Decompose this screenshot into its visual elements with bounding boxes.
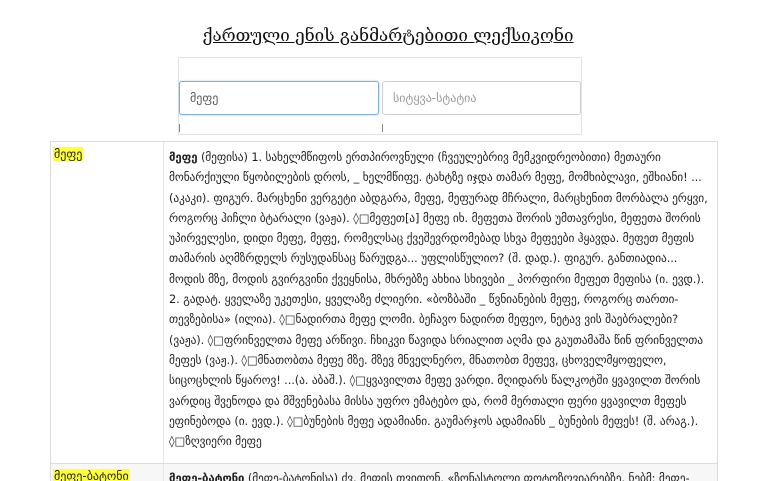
definition-text: (მეფისა) 1. სახელმწიფოს ერთპიროვნული (ჩვ… (169, 150, 708, 449)
page-title: ქართული ენის განმარტებითი ლექსიკონი (202, 26, 574, 46)
input-resize-handle (382, 124, 386, 132)
word-search-input[interactable] (179, 81, 379, 115)
definition-text: (მეფე-ბატონისა) ძვ. მეფის თვითონ. «ზონას… (244, 471, 690, 481)
table-row: მეფე-ბატონი მეფე-ბატონი (მეფე-ბატონისა) … (51, 464, 717, 481)
results-table: მეფე მეფე (მეფისა) 1. სახელმწიფოს ერთპირ… (50, 141, 718, 481)
headword: მეფე (169, 150, 198, 164)
input-resize-handle (179, 124, 183, 132)
headword: მეფე-ბატონი (169, 471, 245, 481)
definition-cell: მეფე-ბატონი (მეფე-ბატონისა) ძვ. მეფის თვ… (169, 468, 712, 481)
definition-cell: მეფე (მეფისა) 1. სახელმწიფოს ერთპიროვნულ… (169, 147, 712, 451)
highlighted-word[interactable]: მეფე-ბატონი (53, 469, 130, 481)
table-row: მეფე მეფე (მეფისა) 1. სახელმწიფოს ერთპირ… (51, 142, 717, 464)
article-search-input[interactable] (382, 81, 581, 115)
word-cell: მეფე (51, 142, 164, 463)
word-cell: მეფე-ბატონი (51, 464, 164, 481)
highlighted-word[interactable]: მეფე (53, 147, 84, 161)
